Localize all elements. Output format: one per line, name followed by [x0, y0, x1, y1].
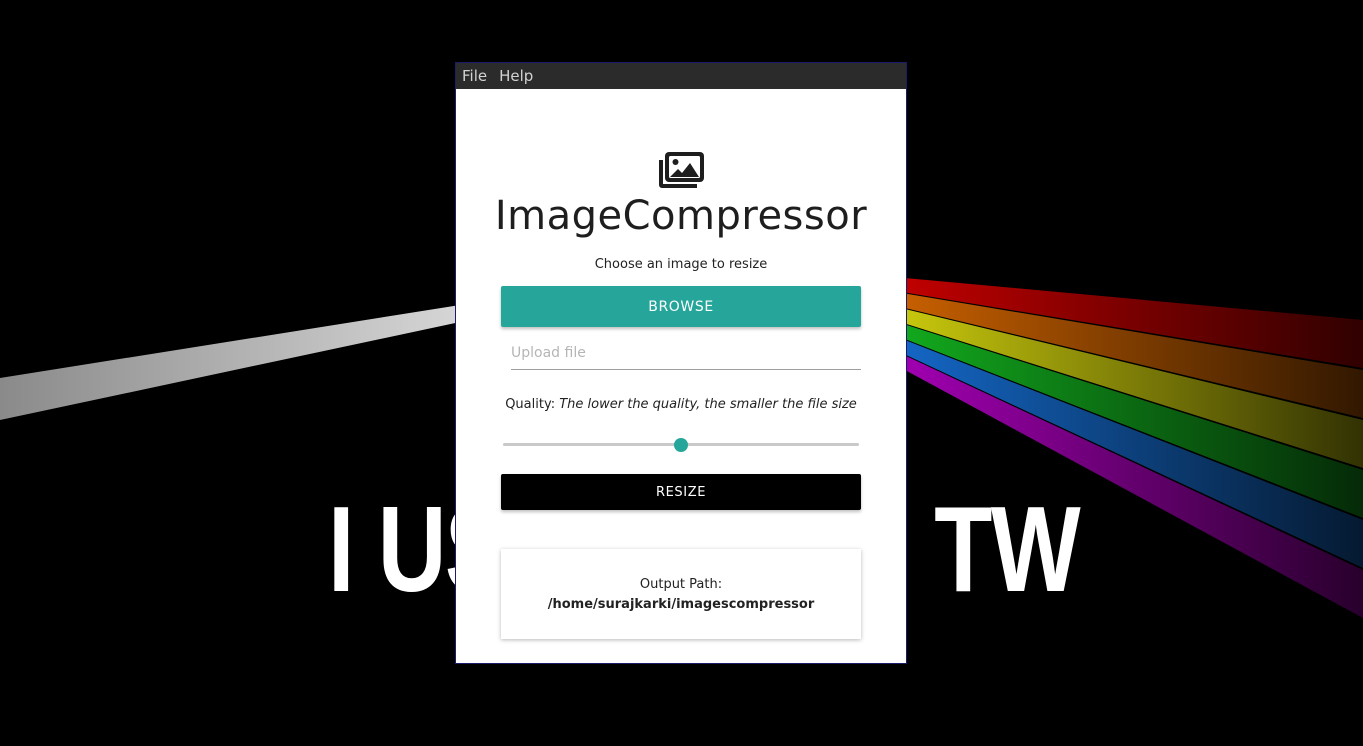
menu-help[interactable]: Help [499, 67, 533, 85]
upload-file-input[interactable] [511, 337, 861, 370]
resize-button[interactable]: RESIZE [501, 474, 861, 510]
wallpaper-text-right: TW [934, 481, 1080, 617]
app-window: File Help ImageCompressor Choose an imag… [455, 62, 907, 664]
app-title: ImageCompressor [494, 193, 868, 239]
main-content: ImageCompressor Choose an image to resiz… [456, 89, 906, 639]
quality-hint: The lower the quality, the smaller the f… [559, 397, 857, 412]
instruction-text: Choose an image to resize [594, 257, 768, 272]
output-path-value: /home/surajkarki/imagescompressor [547, 596, 815, 612]
browse-button[interactable]: BROWSE [501, 286, 861, 327]
menu-file[interactable]: File [462, 67, 487, 85]
quality-label: Quality: [505, 397, 556, 412]
output-path-label: Output Path: [639, 576, 723, 592]
photo-library-icon [659, 152, 704, 188]
slider-thumb[interactable] [674, 438, 688, 452]
quality-slider[interactable] [501, 434, 861, 454]
output-path-card: Output Path: /home/surajkarki/imagescomp… [501, 549, 861, 639]
quality-description: Quality: The lower the quality, the smal… [505, 397, 857, 412]
menu-bar: File Help [456, 63, 906, 89]
light-beam [0, 305, 460, 420]
